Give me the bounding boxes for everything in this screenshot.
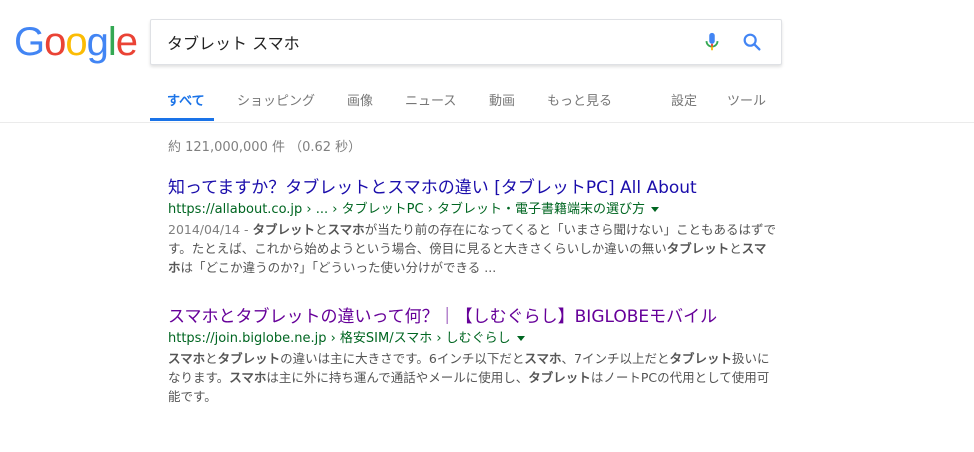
result-stats: 約 121,000,000 件 （0.62 秒） — [168, 140, 362, 155]
logo-letter: g — [86, 20, 109, 64]
result-url: https://allabout.co.jp › ... › タブレットPC ›… — [168, 202, 646, 217]
result-snippet: スマホとタブレットの違いは主に大きさです。6インチ以下だとスマホ、7インチ以上だ… — [168, 349, 778, 406]
snippet-highlight: タブレット — [528, 370, 591, 385]
snippet-highlight: タブレット — [252, 222, 316, 237]
logo-letter: e — [115, 20, 138, 64]
snippet-highlight: スマホ — [168, 351, 206, 366]
search-result: スマホとタブレットの違いって何？｜【しむぐらし】BIGLOBEモバイル http… — [168, 306, 778, 406]
logo-letter: G — [14, 20, 45, 64]
tab-tools[interactable]: ツール — [727, 90, 766, 109]
snippet-highlight: スマホ — [327, 222, 365, 237]
search-icon[interactable] — [741, 31, 763, 53]
result-url-row: https://allabout.co.jp › ... › タブレットPC ›… — [168, 201, 778, 219]
result-title-link[interactable]: 知ってますか？タブレットとスマホの違い [タブレットPC] All About — [168, 177, 778, 199]
snippet-text: と — [729, 241, 742, 256]
tab-settings[interactable]: 設定 — [671, 90, 697, 109]
tab-all[interactable]: すべて — [167, 90, 205, 109]
result-date: 2014/04/14 - — [168, 222, 253, 237]
snippet-text: 、7インチ以上だと — [561, 351, 670, 366]
tab-more[interactable]: もっと見る — [547, 90, 612, 109]
microphone-icon[interactable] — [701, 31, 723, 53]
result-snippet: 2014/04/14 - タブレットとスマホが当たり前の存在になってくると「いま… — [168, 220, 778, 277]
snippet-highlight: スマホ — [524, 351, 562, 366]
result-url-row: https://join.biglobe.ne.jp › 格安SIM/スマホ ›… — [168, 330, 778, 348]
snippet-text: は「どこか違うのか?」「どういった使い分けができる ... — [180, 260, 497, 275]
caret-down-icon[interactable] — [516, 336, 525, 341]
search-result: 知ってますか？タブレットとスマホの違い [タブレットPC] All About … — [168, 177, 778, 277]
google-logo[interactable]: Google — [14, 20, 138, 64]
snippet-highlight: タブレット — [666, 241, 730, 256]
snippet-text: と — [205, 351, 218, 366]
search-results-page: Google すべて ショッピング 画像 ニュース 動画 もっと見る 設定 ツー… — [0, 0, 974, 452]
search-tabs: すべて ショッピング 画像 ニュース 動画 もっと見る 設定 ツール — [0, 78, 974, 123]
snippet-text: と — [315, 222, 328, 237]
snippet-text: の違いは主に大きさです。6インチ以下だと — [280, 351, 525, 366]
active-tab-indicator — [150, 118, 214, 121]
caret-down-icon[interactable] — [651, 207, 660, 212]
search-box — [150, 19, 782, 65]
snippet-highlight: タブレット — [217, 351, 281, 366]
logo-letter: o — [44, 20, 66, 64]
tab-images[interactable]: 画像 — [347, 90, 373, 109]
snippet-text: は主に外に持ち運んで通話やメールに使用し、 — [266, 370, 529, 385]
result-title-link[interactable]: スマホとタブレットの違いって何？｜【しむぐらし】BIGLOBEモバイル — [168, 306, 778, 328]
logo-letter: l — [107, 20, 117, 64]
tab-shopping[interactable]: ショッピング — [237, 90, 315, 109]
tab-videos[interactable]: 動画 — [489, 90, 515, 109]
snippet-highlight: タブレット — [669, 351, 733, 366]
logo-letter: o — [65, 20, 87, 64]
search-input[interactable] — [167, 20, 687, 64]
result-url: https://join.biglobe.ne.jp › 格安SIM/スマホ ›… — [168, 331, 511, 346]
tab-news[interactable]: ニュース — [405, 90, 456, 109]
snippet-highlight: スマホ — [229, 370, 267, 385]
